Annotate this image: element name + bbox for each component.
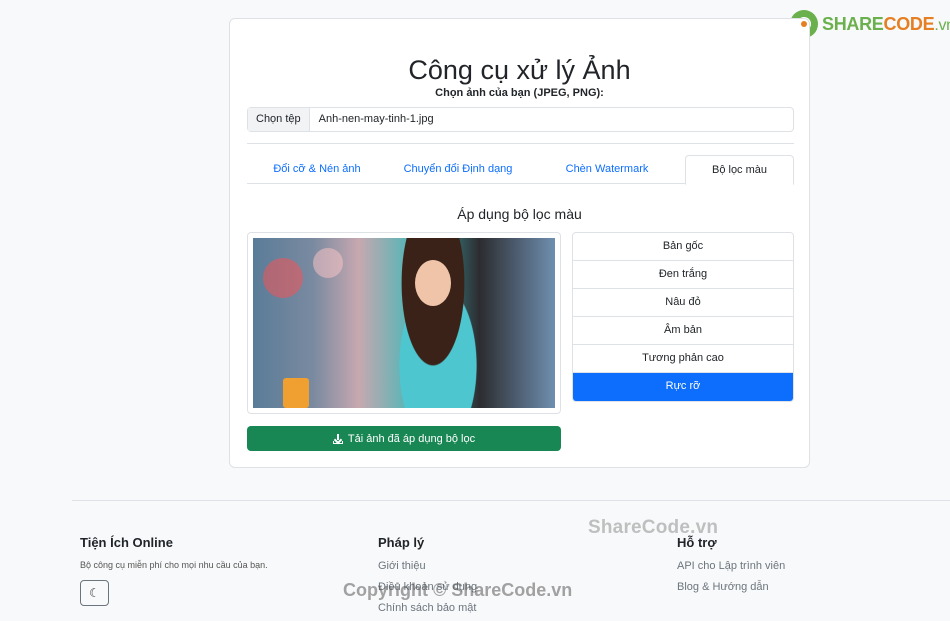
tab-convert-format[interactable]: Chuyển đổi Định dạng (387, 155, 529, 184)
filter-section-title: Áp dụng bộ lọc màu (457, 206, 582, 222)
logo-text-share: SHARE (822, 13, 884, 34)
logo-text-code: CODE (883, 13, 935, 34)
footer-heading: Pháp lý (378, 535, 425, 550)
watermark-bottom: Copyright © ShareCode.vn (343, 580, 573, 600)
filter-grayscale[interactable]: Đen trắng (573, 261, 793, 289)
footer-link-privacy[interactable]: Chính sách bảo mật (378, 602, 477, 614)
file-name: Anh-nen-may-tinh-1.jpg (318, 113, 434, 125)
moon-icon: ☾ (89, 586, 100, 600)
filter-original[interactable]: Bản gốc (573, 233, 793, 261)
download-filtered-button[interactable]: Tải ảnh đã áp dụng bộ lọc (247, 426, 561, 451)
upload-label: Chọn ảnh của bạn (JPEG, PNG): (435, 87, 604, 99)
preview-photo (253, 238, 555, 408)
watermark-top: ShareCode.vn (588, 517, 719, 538)
footer-link-api[interactable]: API cho Lập trình viên (677, 560, 785, 572)
footer-divider (72, 500, 950, 501)
tab-bar: Đổi cỡ & Nén ảnh Chuyển đổi Định dạng Ch… (247, 155, 794, 185)
tab-color-filter[interactable]: Bộ lọc màu (685, 155, 794, 185)
logo-text-domain: .vn (934, 16, 950, 34)
filter-vibrant[interactable]: Rực rỡ (573, 373, 793, 401)
footer-link-blog[interactable]: Blog & Hướng dẫn (677, 581, 785, 593)
file-input[interactable]: Chọn tệp Anh-nen-may-tinh-1.jpg (247, 107, 794, 132)
photo-face (415, 260, 451, 306)
page-title: Công cụ xử lý Ảnh (408, 55, 631, 85)
tab-watermark[interactable]: Chèn Watermark (529, 155, 685, 184)
choose-file-button[interactable]: Chọn tệp (248, 108, 310, 131)
logo-text: SHARECODE.vn (822, 14, 950, 35)
footer-col-support: Hỗ trợ API cho Lập trình viên Blog & Hướ… (677, 535, 785, 602)
footer-col-legal: Pháp lý Giới thiệu Điều khoản sử dụng Ch… (378, 535, 477, 621)
photo-bokeh (313, 248, 343, 278)
footer-link-about[interactable]: Giới thiệu (378, 560, 477, 572)
filter-high-contrast[interactable]: Tương phản cao (573, 345, 793, 373)
footer-heading: Tiện Ích Online (80, 535, 173, 550)
divider (247, 143, 794, 144)
theme-toggle-button[interactable]: ☾ (80, 580, 109, 606)
sharecode-logo[interactable]: SHARECODE.vn (790, 10, 950, 38)
photo-bokeh (283, 378, 309, 408)
download-icon (332, 433, 343, 444)
footer-description: Bộ công cụ miễn phí cho mọi nhu cầu của … (80, 560, 268, 570)
filter-invert[interactable]: Âm bản (573, 317, 793, 345)
download-label: Tải ảnh đã áp dụng bộ lọc (347, 432, 476, 445)
photo-bokeh (263, 258, 303, 298)
filter-sepia[interactable]: Nâu đỏ (573, 289, 793, 317)
tool-card: Công cụ xử lý Ảnh Chọn ảnh của bạn (JPEG… (229, 18, 810, 468)
filter-list: Bản gốc Đen trắng Nâu đỏ Âm bản Tương ph… (572, 232, 794, 402)
image-preview (247, 232, 561, 414)
tab-resize-compress[interactable]: Đổi cỡ & Nén ảnh (247, 155, 387, 184)
footer-col-about: Tiện Ích Online Bộ công cụ miễn phí cho … (80, 535, 268, 606)
